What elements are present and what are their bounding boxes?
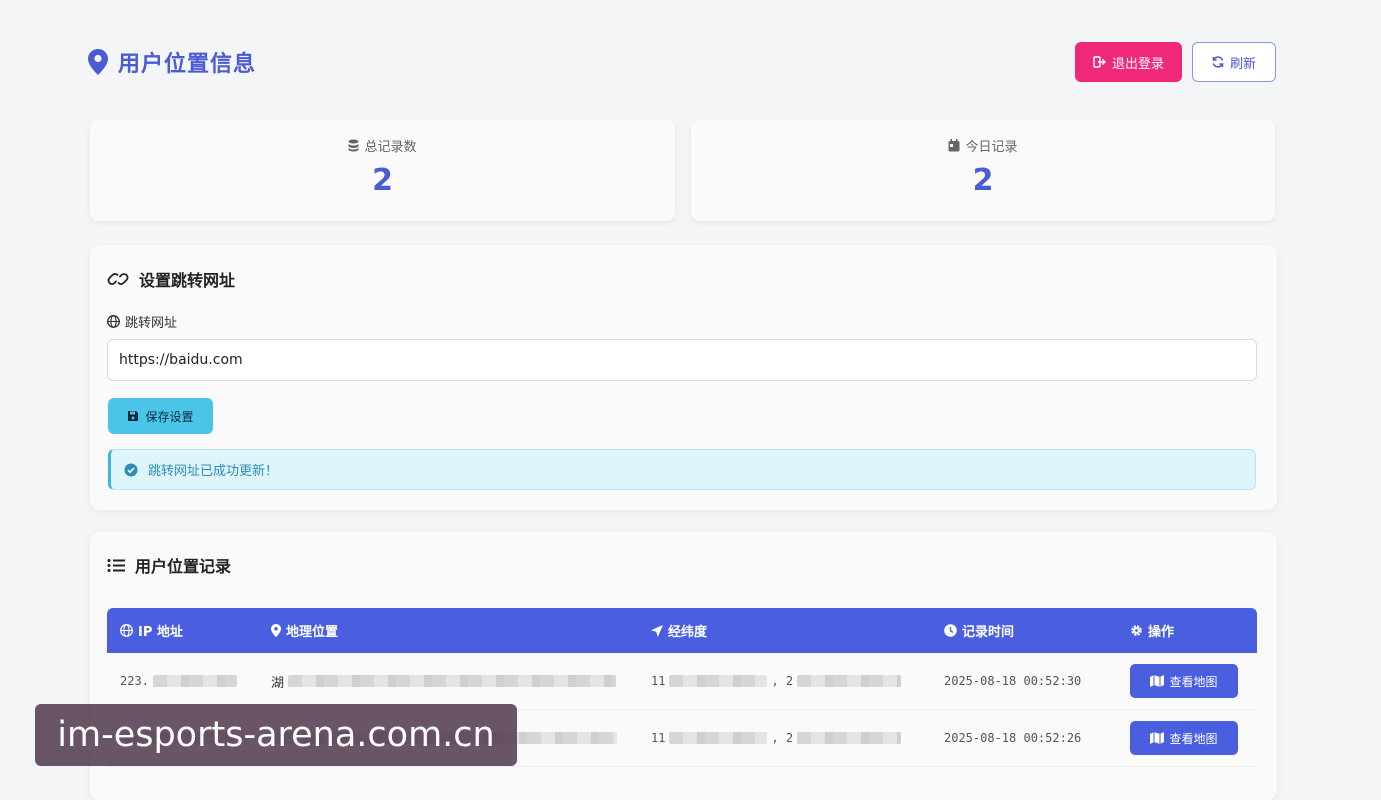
table-row: 223. 湖 11 , 2 2025-08-18 00:52:30 查看地图: [107, 653, 1257, 710]
ip-text: 223.: [120, 674, 149, 688]
redacted-lat: [669, 675, 768, 687]
redirect-field-label: 跳转网址: [125, 316, 178, 331]
cell-latlng: 11 , 2: [637, 731, 937, 745]
globe-icon: [107, 315, 120, 328]
cell-time: 2025-08-18 00:52:30: [937, 674, 1123, 688]
header: 用户位置信息 退出登录 刷新: [88, 40, 1276, 84]
time-text: 2025-08-18 00:52:30: [944, 674, 1082, 688]
header-actions: 退出登录 刷新: [1075, 42, 1276, 82]
redacted-lng: [797, 732, 902, 744]
cell-ip: 223.: [107, 674, 257, 688]
stat-total-label: 总记录数: [364, 140, 417, 155]
lng-sep: , 2: [771, 731, 794, 745]
refresh-icon: [1212, 56, 1224, 68]
cell-op: 查看地图: [1123, 721, 1257, 755]
redacted-lng: [797, 675, 902, 687]
view-map-label: 查看地图: [1169, 731, 1218, 746]
save-settings-label: 保存设置: [145, 409, 194, 424]
redacted-lat: [669, 732, 768, 744]
geo-text: 湖: [271, 675, 285, 691]
records-panel-title: 用户位置记录: [135, 557, 232, 576]
redacted-geo: [288, 675, 617, 687]
view-map-button[interactable]: 查看地图: [1130, 664, 1238, 698]
title-wrap: 用户位置信息: [88, 46, 256, 78]
time-text: 2025-08-18 00:52:26: [944, 731, 1082, 745]
logout-button[interactable]: 退出登录: [1075, 42, 1182, 82]
cell-geo: 湖: [257, 672, 637, 691]
map-icon: [1150, 675, 1165, 687]
column-op: 操作: [1123, 621, 1257, 640]
stat-total-value: 2: [372, 163, 393, 198]
list-icon: [107, 558, 125, 572]
stat-today-label-row: 今日记录: [691, 136, 1275, 155]
watermark: im-esports-arena.com.cn: [35, 704, 517, 766]
save-icon: [128, 411, 139, 421]
database-icon: [348, 139, 359, 152]
column-time-label: 记录时间: [962, 625, 1015, 640]
page-title: 用户位置信息: [118, 52, 257, 77]
calendar-icon: [948, 139, 960, 152]
column-geo: 地理位置: [257, 621, 637, 640]
cell-time: 2025-08-18 00:52:26: [937, 731, 1123, 745]
cell-latlng: 11 , 2: [637, 674, 937, 688]
table-header: IP 地址 地理位置 经纬度 记录时间 操作: [107, 608, 1257, 653]
check-circle-icon: [124, 463, 138, 476]
success-alert: 跳转网址已成功更新！: [108, 449, 1256, 490]
column-time: 记录时间: [937, 621, 1123, 640]
lat-text: 11: [651, 731, 666, 745]
location-arrow-icon: [651, 624, 663, 637]
records-panel-title-row: 用户位置记录: [107, 553, 231, 577]
column-ip-label: IP 地址: [138, 625, 183, 640]
lng-sep: , 2: [771, 674, 794, 688]
map-pin-icon: [88, 49, 108, 75]
column-latlng: 经纬度: [637, 621, 937, 640]
map-icon: [1150, 732, 1165, 744]
save-settings-button[interactable]: 保存设置: [108, 398, 213, 434]
globe-icon: [120, 624, 133, 637]
redirect-field-label-row: 跳转网址: [107, 312, 177, 331]
logout-label: 退出登录: [1111, 56, 1164, 72]
stat-card-today: 今日记录 2: [691, 120, 1275, 221]
redirect-panel-title: 设置跳转网址: [139, 271, 236, 290]
cell-op: 查看地图: [1123, 664, 1257, 698]
column-latlng-label: 经纬度: [668, 625, 708, 640]
map-marker-icon: [271, 624, 281, 637]
stat-today-value: 2: [972, 163, 994, 198]
link-icon: [107, 273, 129, 285]
view-map-label: 查看地图: [1169, 674, 1218, 689]
stat-today-label: 今日记录: [965, 140, 1018, 155]
stat-total-label-row: 总记录数: [90, 136, 675, 155]
stat-card-total: 总记录数 2: [90, 120, 675, 221]
sign-out-icon: [1093, 56, 1106, 68]
refresh-button[interactable]: 刷新: [1192, 42, 1276, 82]
column-geo-label: 地理位置: [286, 625, 339, 640]
redirect-panel-title-row: 设置跳转网址: [107, 267, 235, 291]
refresh-label: 刷新: [1229, 56, 1256, 72]
column-ip: IP 地址: [107, 621, 257, 640]
redirect-url-input[interactable]: [107, 339, 1257, 381]
redacted-ip: [152, 675, 237, 687]
gear-icon: [1131, 625, 1142, 636]
lat-text: 11: [651, 674, 666, 688]
view-map-button[interactable]: 查看地图: [1130, 721, 1238, 755]
redirect-panel: 设置跳转网址 跳转网址 保存设置 跳转网址已成功更新！: [90, 245, 1277, 510]
page: 用户位置信息 退出登录 刷新 总记录数 2 今日记录 2 设置跳转网址 跳转网址…: [0, 0, 1381, 800]
clock-icon: [944, 624, 957, 637]
column-op-label: 操作: [1148, 625, 1175, 640]
success-alert-text: 跳转网址已成功更新！: [148, 464, 279, 479]
